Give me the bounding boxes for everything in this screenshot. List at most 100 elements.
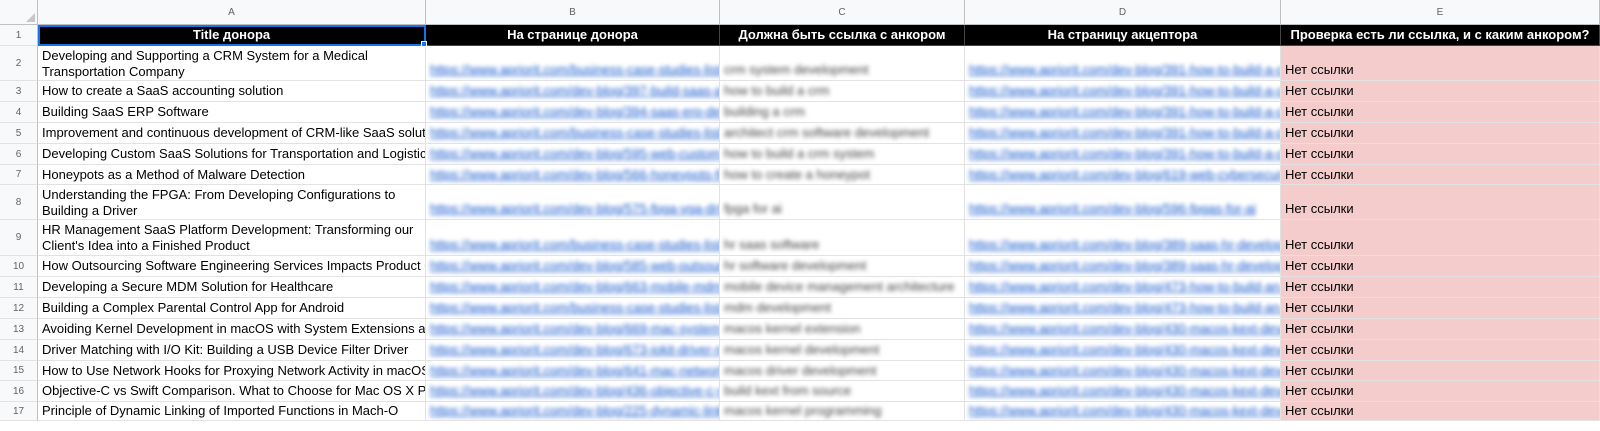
row-header[interactable]: 9 [0,220,38,256]
row-header[interactable]: 8 [0,185,38,220]
donor-url-link[interactable]: https://www.apriorit.com/dev-blog/669-ma… [430,321,719,337]
row-header[interactable]: 4 [0,102,38,123]
link-check-cell[interactable]: Нет ссылки [1281,144,1600,165]
row-header[interactable]: 3 [0,81,38,102]
acceptor-url-link[interactable]: https://www.apriorit.com/dev-blog/473-ho… [969,300,1280,316]
acceptor-url-cell[interactable]: https://www.apriorit.com/dev-blog/430-ma… [965,402,1281,421]
donor-url-link[interactable]: https://www.apriorit.com/dev-blog/225-dy… [430,403,719,419]
donor-url-cell[interactable]: https://www.apriorit.com/business-case-s… [426,46,720,81]
link-check-cell[interactable]: Нет ссылки [1281,81,1600,102]
link-check-cell[interactable]: Нет ссылки [1281,46,1600,81]
title-cell[interactable]: Understanding the FPGA: From Developing … [38,185,426,220]
acceptor-url-link[interactable]: https://www.apriorit.com/dev-blog/391-ho… [969,83,1280,99]
row-header[interactable]: 14 [0,340,38,361]
row-header[interactable]: 11 [0,277,38,298]
acceptor-url-link[interactable]: https://www.apriorit.com/dev-blog/596-fp… [969,201,1256,217]
link-check-cell[interactable]: Нет ссылки [1281,185,1600,220]
row-header[interactable]: 12 [0,298,38,319]
acceptor-url-cell[interactable]: https://www.apriorit.com/dev-blog/391-ho… [965,81,1281,102]
link-check-cell[interactable]: Нет ссылки [1281,298,1600,319]
header-cell-a[interactable]: Title донора [38,25,426,46]
row-header[interactable]: 1 [0,25,38,46]
donor-url-link[interactable]: https://www.apriorit.com/dev-blog/394-sa… [430,104,719,120]
row-header[interactable]: 7 [0,165,38,185]
anchor-cell[interactable]: crm system development [720,46,965,81]
link-check-cell[interactable]: Нет ссылки [1281,381,1600,402]
column-header-c[interactable]: C [720,0,965,25]
donor-url-cell[interactable]: https://www.apriorit.com/dev-blog/673-io… [426,340,720,361]
acceptor-url-cell[interactable]: https://www.apriorit.com/dev-blog/619-we… [965,165,1281,185]
donor-url-link[interactable]: https://www.apriorit.com/dev-blog/595-we… [430,146,719,162]
link-check-cell[interactable]: Нет ссылки [1281,220,1600,256]
donor-url-cell[interactable]: https://www.apriorit.com/dev-blog/566-ho… [426,165,720,185]
header-cell-c[interactable]: Должна быть ссылка с анкором [720,25,965,46]
fill-handle[interactable] [421,41,427,47]
anchor-cell[interactable]: mdm development [720,298,965,319]
donor-url-cell[interactable]: https://www.apriorit.com/dev-blog/663-mo… [426,277,720,298]
donor-url-cell[interactable]: https://www.apriorit.com/dev-blog/397-bu… [426,81,720,102]
donor-url-link[interactable]: https://www.apriorit.com/dev-blog/566-ho… [430,167,719,183]
acceptor-url-cell[interactable]: https://www.apriorit.com/dev-blog/430-ma… [965,381,1281,402]
title-cell[interactable]: How to create a SaaS accounting solution [38,81,426,102]
acceptor-url-link[interactable]: https://www.apriorit.com/dev-blog/430-ma… [969,403,1280,419]
donor-url-link[interactable]: https://www.apriorit.com/business-case-s… [430,300,719,316]
acceptor-url-cell[interactable]: https://www.apriorit.com/dev-blog/391-ho… [965,123,1281,144]
donor-url-link[interactable]: https://www.apriorit.com/dev-blog/641-ma… [430,363,719,379]
acceptor-url-link[interactable]: https://www.apriorit.com/dev-blog/473-ho… [969,279,1280,295]
title-cell[interactable]: How Outsourcing Software Engineering Ser… [38,256,426,277]
donor-url-cell[interactable]: https://www.apriorit.com/dev-blog/394-sa… [426,102,720,123]
anchor-cell[interactable]: macos kernel development [720,340,965,361]
donor-url-link[interactable]: https://www.apriorit.com/dev-blog/673-io… [430,342,719,358]
donor-url-link[interactable]: https://www.apriorit.com/dev-blog/663-mo… [430,279,719,295]
header-cell-e[interactable]: Проверка есть ли ссылка, и с каким анкор… [1281,25,1600,46]
acceptor-url-cell[interactable]: https://www.apriorit.com/dev-blog/430-ma… [965,340,1281,361]
title-cell[interactable]: Principle of Dynamic Linking of Imported… [38,402,426,421]
acceptor-url-cell[interactable]: https://www.apriorit.com/dev-blog/391-ho… [965,102,1281,123]
acceptor-url-link[interactable]: https://www.apriorit.com/dev-blog/430-ma… [969,383,1280,399]
link-check-cell[interactable]: Нет ссылки [1281,102,1600,123]
anchor-cell[interactable]: how to build a crm [720,81,965,102]
title-cell[interactable]: How to Use Network Hooks for Proxying Ne… [38,361,426,381]
link-check-cell[interactable]: Нет ссылки [1281,123,1600,144]
acceptor-url-link[interactable]: https://www.apriorit.com/dev-blog/619-we… [969,167,1280,183]
title-cell[interactable]: Building a Complex Parental Control App … [38,298,426,319]
anchor-cell[interactable]: macos kernel programming [720,402,965,421]
row-header[interactable]: 17 [0,402,38,421]
donor-url-link[interactable]: https://www.apriorit.com/business-case-s… [430,62,719,78]
title-cell[interactable]: Objective-C vs Swift Comparison. What to… [38,381,426,402]
acceptor-url-cell[interactable]: https://www.apriorit.com/dev-blog/596-fp… [965,185,1281,220]
acceptor-url-link[interactable]: https://www.apriorit.com/dev-blog/389-sa… [969,237,1280,253]
header-cell-d[interactable]: На страницу акцептора [965,25,1281,46]
donor-url-cell[interactable]: https://www.apriorit.com/business-case-s… [426,123,720,144]
donor-url-link[interactable]: https://www.apriorit.com/dev-blog/585-we… [430,258,719,274]
donor-url-cell[interactable]: https://www.apriorit.com/business-case-s… [426,298,720,319]
acceptor-url-cell[interactable]: https://www.apriorit.com/dev-blog/389-sa… [965,256,1281,277]
header-cell-b[interactable]: На странице донора [426,25,720,46]
link-check-cell[interactable]: Нет ссылки [1281,319,1600,340]
anchor-cell[interactable]: hr software development [720,256,965,277]
title-cell[interactable]: Developing Custom SaaS Solutions for Tra… [38,144,426,165]
acceptor-url-cell[interactable]: https://www.apriorit.com/dev-blog/389-sa… [965,220,1281,256]
title-cell[interactable]: Developing a Secure MDM Solution for Hea… [38,277,426,298]
anchor-cell[interactable]: mobile device management architecture [720,277,965,298]
donor-url-cell[interactable]: https://www.apriorit.com/dev-blog/669-ma… [426,319,720,340]
donor-url-cell[interactable]: https://www.apriorit.com/dev-blog/225-dy… [426,402,720,421]
acceptor-url-link[interactable]: https://www.apriorit.com/dev-blog/430-ma… [969,321,1280,337]
acceptor-url-link[interactable]: https://www.apriorit.com/dev-blog/391-ho… [969,104,1280,120]
acceptor-url-cell[interactable]: https://www.apriorit.com/dev-blog/391-ho… [965,144,1281,165]
row-header[interactable]: 16 [0,381,38,402]
column-header-b[interactable]: B [426,0,720,25]
acceptor-url-link[interactable]: https://www.apriorit.com/dev-blog/391-ho… [969,125,1280,141]
donor-url-cell[interactable]: https://www.apriorit.com/dev-blog/575-fp… [426,185,720,220]
acceptor-url-cell[interactable]: https://www.apriorit.com/dev-blog/473-ho… [965,277,1281,298]
title-cell[interactable]: Avoiding Kernel Development in macOS wit… [38,319,426,340]
select-all-corner[interactable] [0,0,38,25]
anchor-cell[interactable]: how to build a crm system [720,144,965,165]
title-cell[interactable]: Building SaaS ERP Software [38,102,426,123]
donor-url-cell[interactable]: https://www.apriorit.com/business-case-s… [426,220,720,256]
link-check-cell[interactable]: Нет ссылки [1281,165,1600,185]
donor-url-cell[interactable]: https://www.apriorit.com/dev-blog/436-ob… [426,381,720,402]
row-header[interactable]: 10 [0,256,38,277]
acceptor-url-link[interactable]: https://www.apriorit.com/dev-blog/389-sa… [969,258,1280,274]
donor-url-cell[interactable]: https://www.apriorit.com/dev-blog/595-we… [426,144,720,165]
